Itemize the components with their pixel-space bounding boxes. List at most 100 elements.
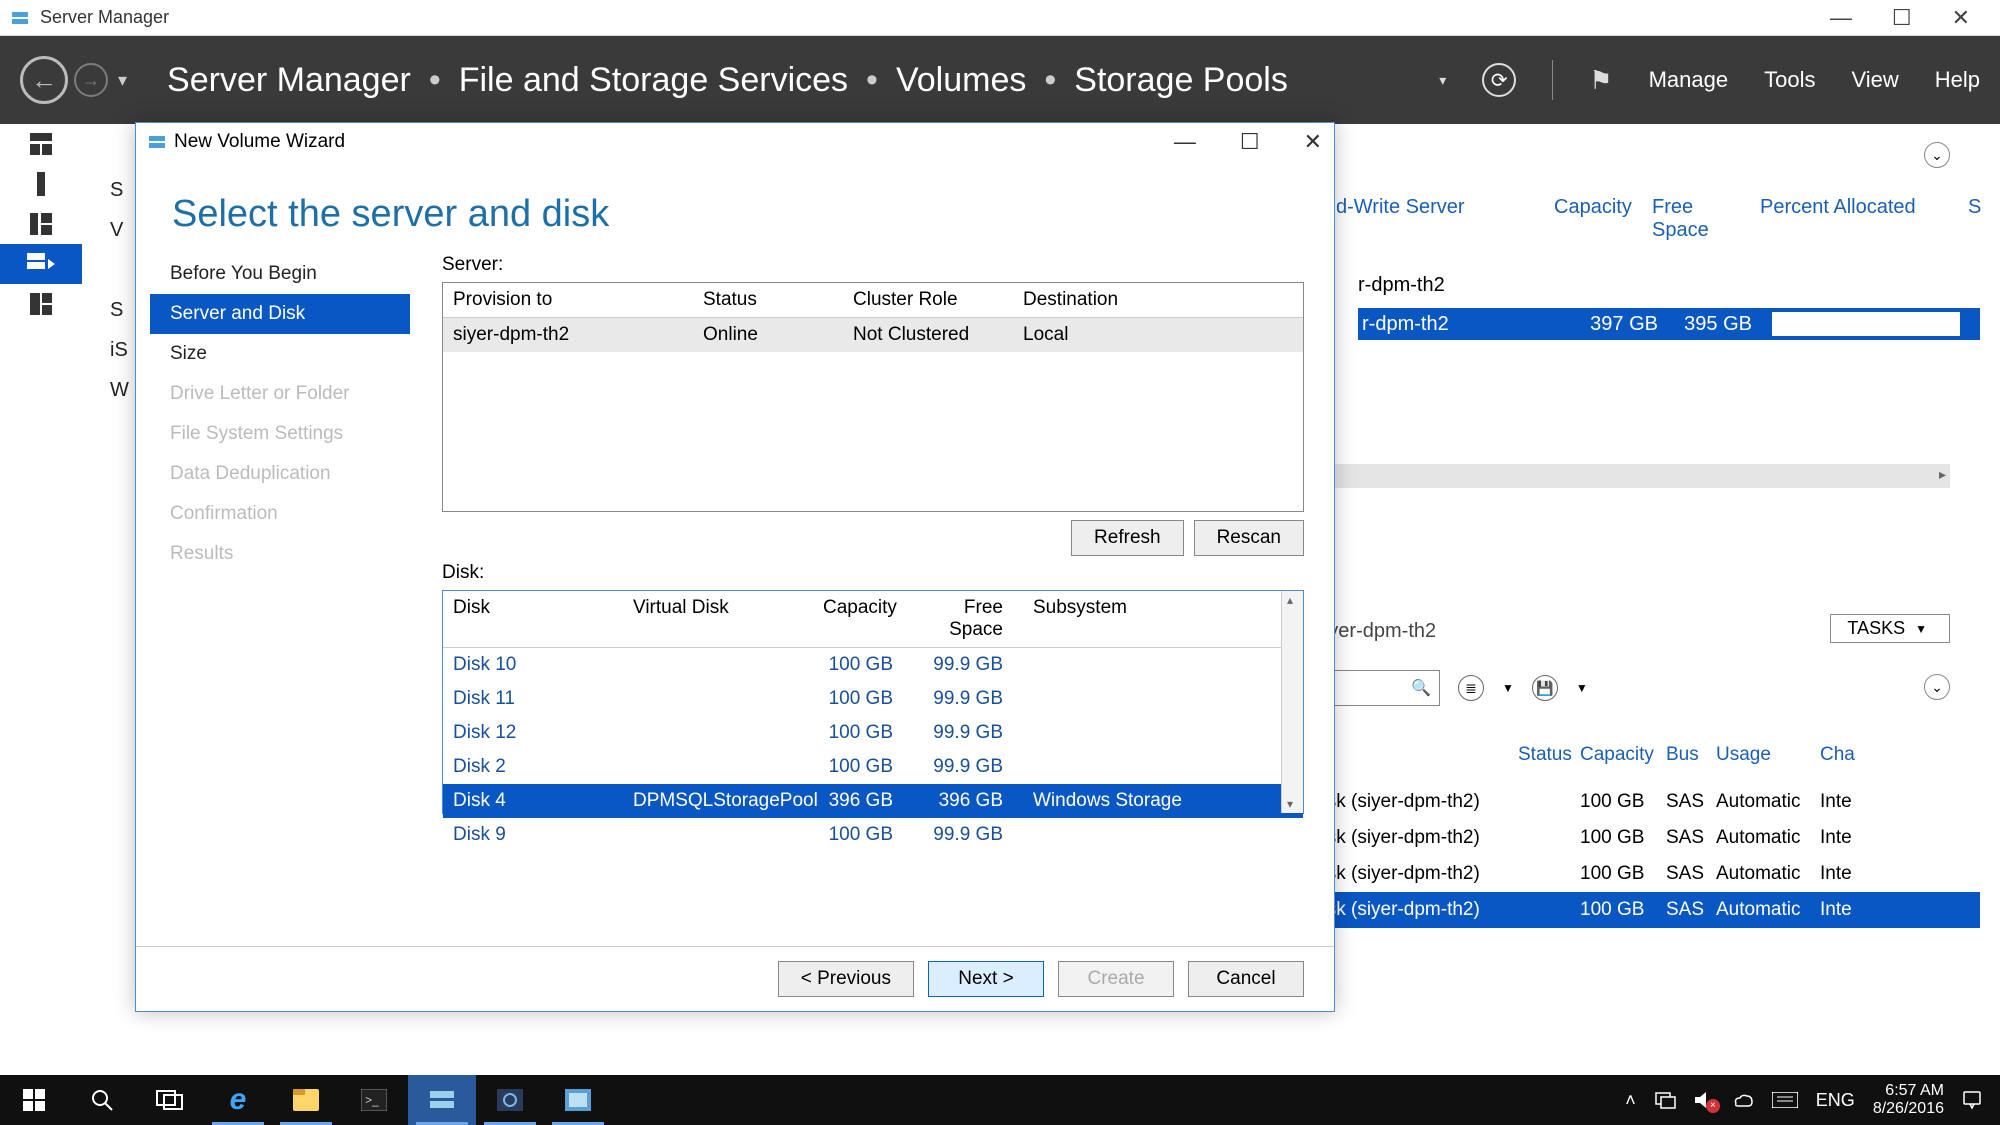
taskbar-app-icon[interactable] [544,1075,612,1125]
taskbar-ie-icon[interactable]: e [204,1075,272,1125]
disk-row[interactable]: Disk 10 100 GB 99.9 GB [443,648,1303,682]
col-header[interactable]: Percent Allocated [1760,196,1950,242]
wizard-step-size[interactable]: Size [150,334,410,374]
task-view-button[interactable] [136,1075,204,1125]
disk-row[interactable]: Disk 9 100 GB 99.9 GB [443,818,1303,852]
nav-forward-button[interactable]: → [74,63,108,97]
physical-disk-row[interactable]: Virtual Disk (siyer-dpm-th2) 100 GB SAS … [1250,892,1980,928]
pool-row-server[interactable]: r-dpm-th2 [1358,313,1576,336]
menu-tools[interactable]: Tools [1764,67,1815,93]
tray-language[interactable]: ENG [1816,1090,1855,1111]
col-header[interactable]: Disk [443,591,623,647]
disk-row[interactable]: Disk 11 100 GB 99.9 GB [443,682,1303,716]
nav-history-dropdown[interactable]: ▾ [118,70,127,91]
disk-row[interactable]: Disk 12 100 GB 99.9 GB [443,716,1303,750]
svg-text:>_: >_ [365,1093,379,1107]
col-header[interactable]: Free Space [903,591,1013,647]
app-title: Server Manager [40,7,169,28]
col-header[interactable]: Cha [1820,744,1860,766]
breadcrumb-item[interactable]: File and Storage Services [459,61,848,100]
window-minimize-button[interactable]: — [1830,5,1852,31]
tray-up-icon[interactable]: ˄ [1625,1090,1636,1111]
taskbar-cmd-icon[interactable]: >_ [340,1075,408,1125]
server-manager-icon [10,8,30,28]
col-header[interactable]: Provision to [443,283,693,317]
rail-file-storage-icon[interactable] [0,244,82,284]
breadcrumb-item[interactable]: Storage Pools [1074,61,1288,100]
cancel-button[interactable]: Cancel [1188,961,1304,997]
refresh-button[interactable]: Refresh [1071,520,1184,556]
wizard-step-begin[interactable]: Before You Begin [150,254,410,294]
tray-network-icon[interactable] [1654,1091,1676,1109]
wizard-close-button[interactable]: ✕ [1304,129,1322,155]
start-button[interactable] [0,1075,68,1125]
disk-grid[interactable]: Disk Virtual Disk Capacity Free Space Su… [442,590,1304,814]
col-header[interactable]: d-Write Server [1336,196,1536,242]
taskbar-server-manager-icon[interactable] [408,1075,476,1125]
rail-all-servers-icon[interactable] [0,204,82,244]
wizard-titlebar[interactable]: New Volume Wizard — ☐ ✕ [136,123,1334,161]
search-icon: 🔍 [1411,678,1431,698]
window-maximize-button[interactable]: ☐ [1892,5,1912,31]
physical-disk-row[interactable]: Virtual Disk (siyer-dpm-th2) 100 GB SAS … [1250,784,1980,820]
col-header[interactable]: Capacity [1580,744,1666,766]
rail-local-server-icon[interactable] [0,164,82,204]
flag-icon[interactable]: ⚑ [1589,65,1612,96]
save-view-button[interactable]: 💾 [1532,675,1558,701]
col-header[interactable]: S [1968,196,1980,242]
nav-back-button[interactable]: ← [20,56,68,104]
pool-group-row[interactable]: r-dpm-th2 [1358,274,1968,297]
breadcrumb-item[interactable]: Volumes [896,61,1026,100]
window-close-button[interactable]: ✕ [1952,5,1970,31]
search-button[interactable] [68,1075,136,1125]
previous-button[interactable]: < Previous [778,961,914,997]
col-header[interactable]: Free Space [1652,196,1742,242]
tray-volume-muted-icon[interactable]: × [1694,1091,1714,1109]
server-grid[interactable]: Provision to Status Cluster Role Destina… [442,282,1304,512]
physical-disk-row[interactable]: Virtual Disk (siyer-dpm-th2) 100 GB SAS … [1250,820,1980,856]
tray-notifications-icon[interactable] [1962,1090,1982,1110]
tasks-dropdown-icon[interactable]: ⌄ [1924,142,1950,168]
col-header[interactable]: Virtual Disk [623,591,813,647]
rescan-button[interactable]: Rescan [1194,520,1304,556]
taskbar-app-icon[interactable] [476,1075,544,1125]
chevron-right-icon: • [429,61,441,100]
pool-row-capacity: 397 GB [1576,313,1658,336]
col-header[interactable]: Status [1518,744,1580,766]
col-header[interactable]: Status [693,283,843,317]
wizard-step-server-disk[interactable]: Server and Disk [150,294,410,334]
rail-dashboard-icon[interactable] [0,124,82,164]
col-header[interactable]: Bus [1666,744,1716,766]
col-header[interactable]: Usage [1716,744,1820,766]
taskbar-explorer-icon[interactable] [272,1075,340,1125]
tray-onedrive-icon[interactable] [1732,1092,1754,1108]
view-options-button[interactable]: ≣ [1458,675,1484,701]
physical-disk-row[interactable]: Virtual Disk (siyer-dpm-th2) 100 GB SAS … [1250,856,1980,892]
server-row[interactable]: siyer-dpm-th2 Online Not Clustered Local [443,318,1303,352]
chevron-right-icon: • [866,61,878,100]
menu-help[interactable]: Help [1935,67,1980,93]
tray-keyboard-icon[interactable] [1772,1092,1798,1108]
menu-manage[interactable]: Manage [1649,67,1729,93]
wizard-minimize-button[interactable]: — [1174,129,1196,155]
menu-view[interactable]: View [1851,67,1898,93]
rail-item-icon[interactable] [0,284,82,324]
next-button[interactable]: Next > [928,961,1044,997]
dropdown-icon[interactable]: ▾ [1439,72,1446,89]
disk-row[interactable]: Disk 2 100 GB 99.9 GB [443,750,1303,784]
col-header[interactable]: Cluster Role [843,283,1013,317]
breadcrumb-item[interactable]: Server Manager [167,61,411,100]
create-button: Create [1058,961,1174,997]
col-header[interactable]: Subsystem [1013,591,1303,647]
vertical-scrollbar[interactable] [1281,591,1303,813]
tray-clock[interactable]: 6:57 AM 8/26/2016 [1873,1082,1944,1118]
col-header[interactable]: Capacity [813,591,903,647]
disk-row[interactable]: Disk 4 DPMSQLStoragePool 396 GB 396 GB W… [443,784,1303,818]
expand-icon[interactable]: ⌄ [1924,674,1950,700]
col-header[interactable]: Capacity [1554,196,1634,242]
header-bar: ← → ▾ Server Manager • File and Storage … [0,36,2000,124]
refresh-icon[interactable]: ⟳ [1482,63,1516,97]
col-header[interactable]: Destination [1013,283,1303,317]
tasks-dropdown[interactable]: TASKS▼ [1830,614,1950,643]
wizard-maximize-button[interactable]: ☐ [1240,129,1260,155]
